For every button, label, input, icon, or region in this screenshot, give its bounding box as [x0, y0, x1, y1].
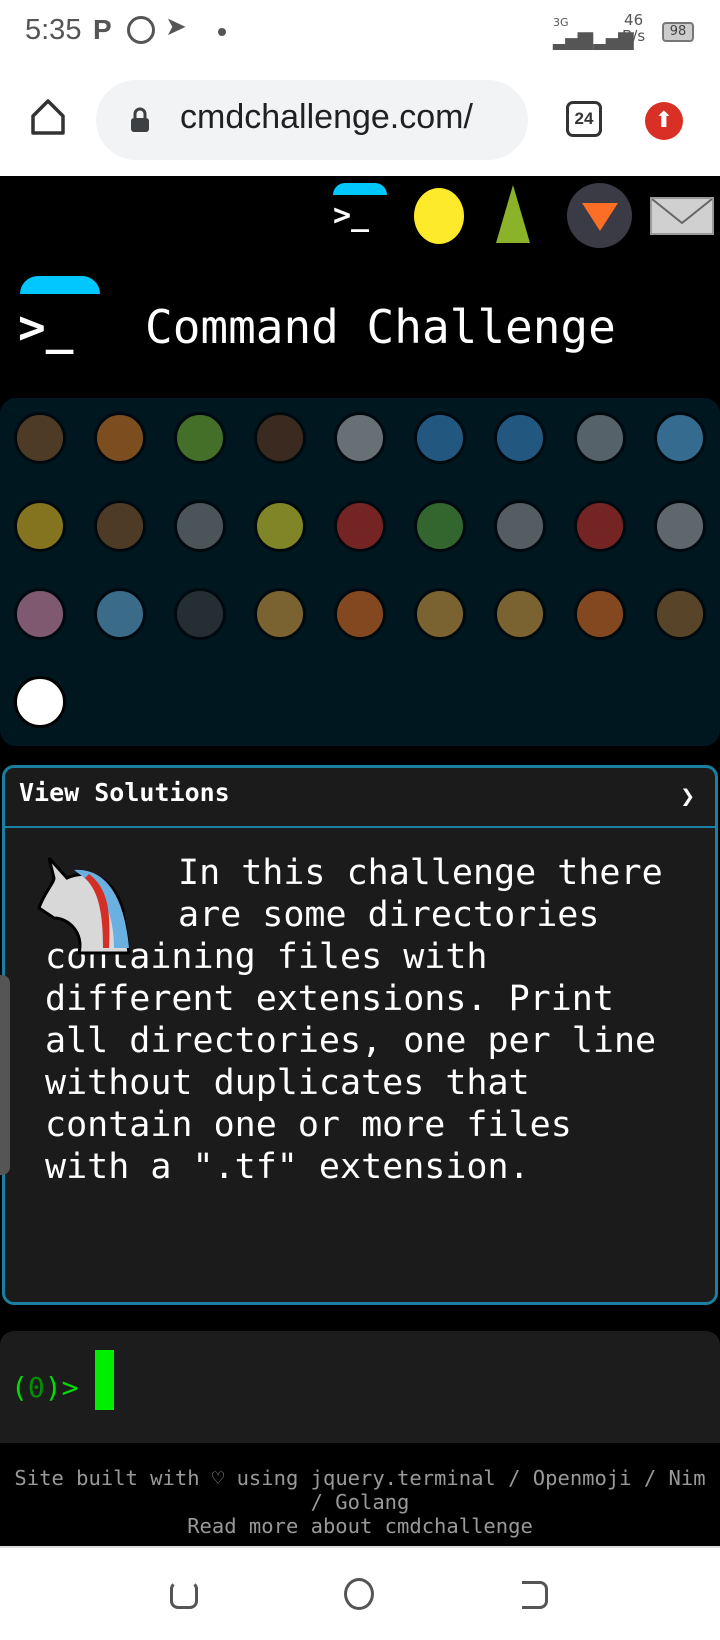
lion-icon[interactable]: [494, 588, 546, 640]
blowfish-icon[interactable]: [94, 500, 146, 552]
browser-toolbar: cmdchallenge.com/ 24 ⬆: [0, 70, 720, 176]
honeybee-icon[interactable]: [254, 500, 306, 552]
dog-icon[interactable]: [254, 588, 306, 640]
tree-icon[interactable]: [496, 185, 530, 243]
prompt-open: (: [11, 1371, 28, 1404]
whale-icon[interactable]: [414, 412, 466, 464]
caterpillar-icon[interactable]: [174, 412, 226, 464]
prompt-exit-code: 0: [27, 1371, 45, 1404]
home-icon[interactable]: [30, 98, 66, 136]
lock-icon[interactable]: [130, 107, 150, 133]
status-bar: 5:35 P ➤ 3G ▂▄▆ ▂▄▆ 46 B/s 98: [0, 0, 720, 70]
butterfly-icon[interactable]: [94, 412, 146, 464]
gorilla-icon[interactable]: [174, 588, 226, 640]
horse-icon[interactable]: [654, 588, 706, 640]
prompt-close: )>: [44, 1371, 79, 1404]
address-bar[interactable]: cmdchallenge.com/: [96, 80, 528, 160]
dolphin-icon[interactable]: [574, 412, 626, 464]
logo-hat-icon: [20, 276, 100, 294]
terminal-hat-icon: [333, 183, 387, 195]
fish-icon[interactable]: [654, 412, 706, 464]
telegram-icon: ➤: [165, 12, 187, 42]
logo-terminal-icon[interactable]: >_: [18, 300, 73, 354]
footer-credits[interactable]: Site built with ♡ using jquery.terminal …: [0, 1466, 720, 1514]
cricket-icon[interactable]: [414, 500, 466, 552]
tiger-icon[interactable]: [574, 588, 626, 640]
terminal-prompt: (0)>: [11, 1371, 78, 1404]
lady-beetle-icon[interactable]: [334, 500, 386, 552]
back-icon[interactable]: [522, 1581, 548, 1609]
whatsapp-icon: [127, 16, 155, 44]
network-speed: 46 B/s: [622, 12, 645, 44]
status-time: 5:35: [25, 14, 82, 46]
microbe-icon[interactable]: [94, 588, 146, 640]
view-solutions-label: View Solutions: [19, 778, 230, 807]
ant-icon[interactable]: [254, 412, 306, 464]
terminal-cursor[interactable]: [95, 1350, 114, 1410]
home-nav-icon[interactable]: [344, 1578, 374, 1610]
gitlab-icon[interactable]: [567, 183, 632, 248]
spider-web-icon[interactable]: [334, 412, 386, 464]
battery-icon: 98: [662, 22, 694, 42]
challenge-description: In this challenge there are some directo…: [5, 828, 715, 1188]
page-title: Command Challenge: [145, 300, 616, 354]
read-more-link[interactable]: Read more about cmdchallenge: [0, 1514, 720, 1538]
mail-icon[interactable]: [650, 197, 714, 235]
tab-switcher-button[interactable]: 24: [566, 101, 602, 137]
wolf-icon[interactable]: [174, 500, 226, 552]
worm-icon[interactable]: [14, 588, 66, 640]
unicorn-icon[interactable]: [14, 676, 66, 728]
update-icon[interactable]: ⬆: [645, 102, 683, 140]
scorpion-icon[interactable]: [574, 500, 626, 552]
snail-icon[interactable]: [14, 412, 66, 464]
view-solutions-toggle[interactable]: View Solutions ❯: [5, 768, 715, 828]
fly-icon[interactable]: [654, 500, 706, 552]
android-nav-bar: [0, 1546, 720, 1640]
hand-over-mouth-icon[interactable]: [414, 188, 464, 244]
spider-icon[interactable]: [494, 500, 546, 552]
unicorn-icon: [37, 852, 178, 955]
dot-icon: [218, 28, 226, 36]
parking-app-icon: P: [93, 14, 112, 45]
whale-2-icon[interactable]: [494, 412, 546, 464]
terminal-icon[interactable]: >_: [333, 198, 369, 233]
signal-icon: ▂▄▆ ▂▄▆: [553, 26, 634, 50]
cat-icon[interactable]: [414, 588, 466, 640]
solutions-card: View Solutions ❯ In this challenge there…: [2, 765, 718, 1305]
footer: Site built with ♡ using jquery.terminal …: [0, 1466, 720, 1538]
url-text[interactable]: cmdchallenge.com/: [180, 98, 473, 137]
fox-icon[interactable]: [334, 588, 386, 640]
tropical-fish-icon[interactable]: [14, 500, 66, 552]
side-scroll-handle[interactable]: [0, 975, 10, 1175]
challenge-grid: [0, 398, 720, 746]
speed-unit: B/s: [622, 27, 646, 45]
recents-icon[interactable]: [170, 1581, 198, 1609]
chevron-right-icon[interactable]: ❯: [681, 782, 695, 810]
terminal[interactable]: (0)>: [0, 1331, 720, 1443]
